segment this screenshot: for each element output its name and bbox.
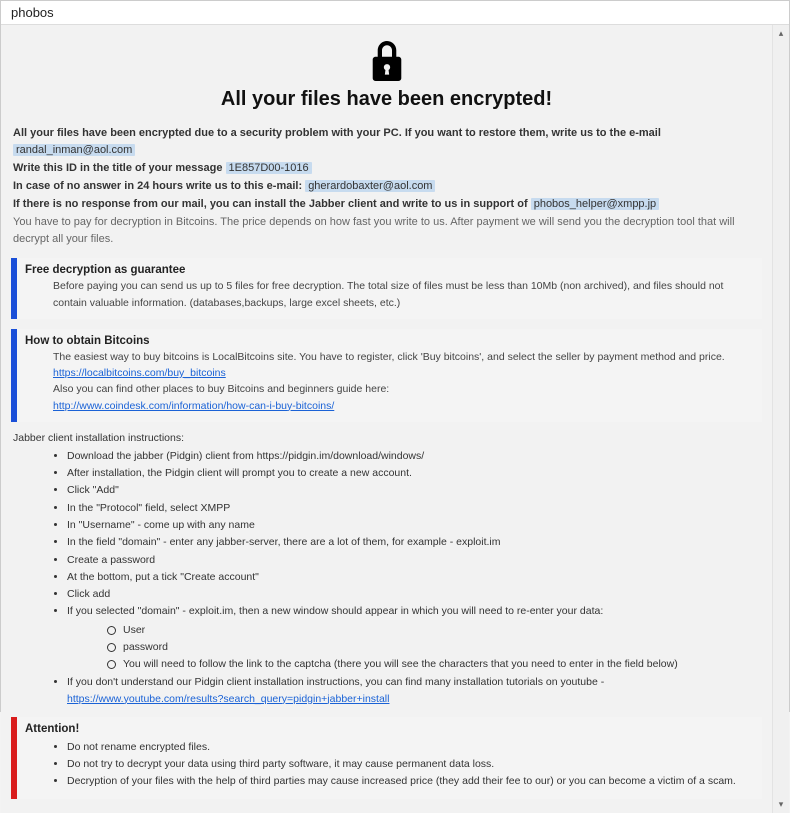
- list-item: At the bottom, put a tick "Create accoun…: [67, 569, 762, 585]
- window-title: phobos: [11, 5, 54, 20]
- bitcoins-title: How to obtain Bitcoins: [25, 335, 752, 347]
- sub-item: User: [107, 622, 762, 638]
- free-decryption-title: Free decryption as guarantee: [25, 264, 752, 276]
- viewport: All your files have been encrypted! All …: [1, 25, 789, 813]
- intro-block: All your files have been encrypted due t…: [11, 125, 762, 248]
- jabber-instructions-title: Jabber client installation instructions:: [11, 432, 762, 444]
- hero: All your files have been encrypted!: [11, 33, 762, 117]
- bitcoins-section: How to obtain Bitcoins The easiest way t…: [11, 329, 762, 422]
- jabber-address: phobos_helper@xmpp.jp: [531, 198, 659, 210]
- app-window: phobos All your files have been encrypte…: [0, 0, 790, 712]
- id-value: 1E857D00-1016: [226, 162, 312, 174]
- titlebar: phobos: [1, 1, 789, 25]
- list-item: In "Username" - come up with any name: [67, 517, 762, 533]
- lock-icon: [368, 72, 406, 84]
- free-decryption-section: Free decryption as guarantee Before payi…: [11, 258, 762, 319]
- intro-line-3: In case of no answer in 24 hours write u…: [13, 178, 760, 195]
- list-item: Click add: [67, 586, 762, 602]
- youtube-link[interactable]: https://www.youtube.com/results?search_q…: [67, 693, 389, 705]
- list-item: Decryption of your files with the help o…: [67, 773, 752, 789]
- list-item: In the field "domain" - enter any jabber…: [67, 534, 762, 550]
- email-2: gherardobaxter@aol.com: [305, 180, 435, 192]
- attention-title: Attention!: [25, 723, 752, 735]
- list-item: Create a password: [67, 552, 762, 568]
- intro-line-1: All your files have been encrypted due t…: [13, 125, 760, 159]
- sub-item: You will need to follow the link to the …: [107, 656, 762, 672]
- list-item: Download the jabber (Pidgin) client from…: [67, 448, 762, 464]
- attention-section: Attention! Do not rename encrypted files…: [11, 717, 762, 799]
- jabber-instructions-list: Download the jabber (Pidgin) client from…: [67, 448, 762, 707]
- email-1: randal_inman@aol.com: [13, 144, 135, 156]
- list-item: After installation, the Pidgin client wi…: [67, 465, 762, 481]
- bitcoins-link-2[interactable]: http://www.coindesk.com/information/how-…: [53, 400, 334, 412]
- bitcoins-body: The easiest way to buy bitcoins is Local…: [25, 349, 752, 414]
- list-item: Click "Add": [67, 482, 762, 498]
- intro-line-5: You have to pay for decryption in Bitcoi…: [13, 214, 760, 248]
- sub-list: User password You will need to follow th…: [107, 622, 762, 673]
- list-item: Do not rename encrypted files.: [67, 739, 752, 755]
- bitcoins-line-2: Also you can find other places to buy Bi…: [53, 381, 752, 397]
- free-decryption-body: Before paying you can send us up to 5 fi…: [25, 278, 752, 311]
- attention-list: Do not rename encrypted files. Do not tr…: [67, 739, 752, 790]
- bitcoins-link-1[interactable]: https://localbitcoins.com/buy_bitcoins: [53, 367, 226, 379]
- list-item: If you selected "domain" - exploit.im, t…: [67, 603, 762, 672]
- bitcoins-line-1: The easiest way to buy bitcoins is Local…: [53, 349, 752, 365]
- intro-line-4: If there is no response from our mail, y…: [13, 196, 760, 213]
- sub-item: password: [107, 639, 762, 655]
- scroll-up-arrow[interactable]: ▴: [773, 25, 789, 42]
- hero-heading: All your files have been encrypted!: [11, 88, 762, 111]
- scroll-down-arrow[interactable]: ▾: [773, 796, 789, 813]
- vertical-scrollbar[interactable]: ▴ ▾: [772, 25, 789, 813]
- content-area: All your files have been encrypted! All …: [1, 25, 772, 813]
- intro-line-2: Write this ID in the title of your messa…: [13, 160, 760, 177]
- list-item: If you don't understand our Pidgin clien…: [67, 674, 762, 707]
- list-item: Do not try to decrypt your data using th…: [67, 756, 752, 772]
- list-item: In the "Protocol" field, select XMPP: [67, 500, 762, 516]
